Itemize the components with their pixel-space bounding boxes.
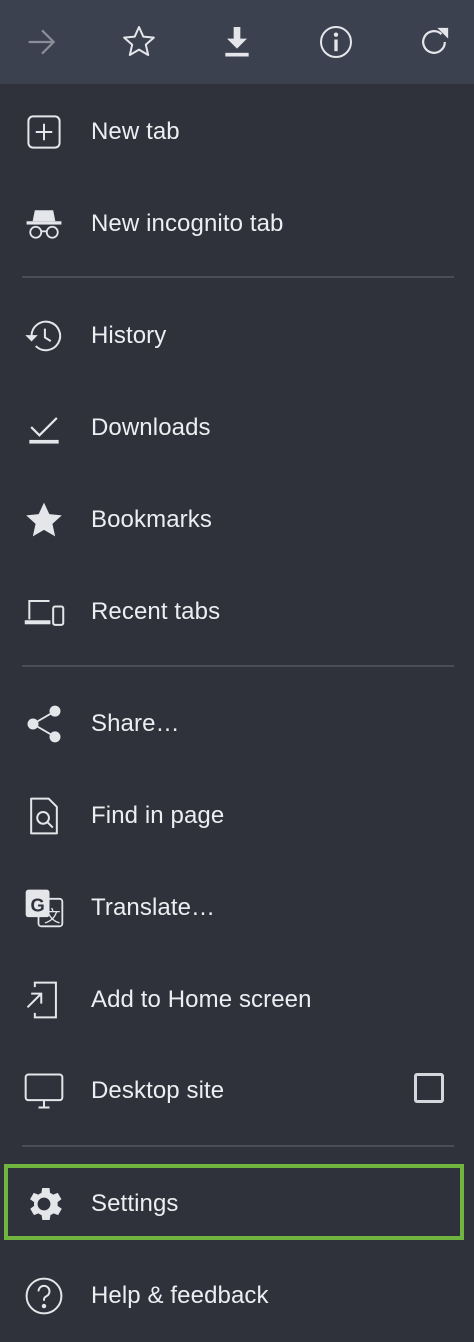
page-info-button[interactable] (310, 16, 362, 68)
menu-item-find-in-page[interactable]: Find in page (0, 770, 474, 862)
forward-button[interactable] (16, 16, 68, 68)
reload-icon (414, 27, 449, 62)
menu-item-label: New incognito tab (91, 210, 284, 237)
menu-divider (22, 665, 454, 667)
menu-divider (22, 276, 454, 278)
desktop-monitor-icon (22, 1069, 66, 1113)
gear-icon (22, 1182, 66, 1226)
menu-item-translate[interactable]: G文 Translate… (0, 862, 474, 954)
menu-item-label: Settings (91, 1190, 179, 1217)
download-icon (225, 27, 249, 57)
help-icon (22, 1274, 66, 1318)
incognito-icon (22, 202, 66, 246)
share-icon (22, 702, 66, 746)
menu-divider (22, 1145, 454, 1147)
desktop-site-checkbox[interactable] (414, 1073, 444, 1103)
add-to-home-screen-icon (22, 978, 66, 1022)
reload-button[interactable] (408, 16, 460, 68)
menu-item-new-incognito-tab[interactable]: New incognito tab (0, 178, 474, 270)
menu-item-label: Recent tabs (91, 598, 221, 625)
menu-item-label: Find in page (91, 802, 225, 829)
new-tab-icon (22, 110, 66, 154)
menu-item-label: New tab (91, 118, 180, 145)
menu-item-label: History (91, 322, 167, 349)
menu-item-label: Translate… (91, 894, 216, 921)
menu-item-label: Desktop site (91, 1077, 225, 1104)
menu-item-label: Add to Home screen (91, 986, 312, 1013)
bookmark-star-button[interactable] (113, 16, 165, 68)
star-filled-icon (22, 498, 66, 542)
menu-item-label: Bookmarks (91, 506, 212, 533)
menu-item-new-tab[interactable]: New tab (0, 86, 474, 178)
forward-arrow-icon (22, 22, 62, 62)
menu-item-help-feedback[interactable]: Help & feedback (0, 1250, 474, 1342)
menu-item-label: Downloads (91, 414, 211, 441)
find-in-page-icon (22, 794, 66, 838)
history-icon (22, 314, 66, 358)
download-page-button[interactable] (211, 16, 263, 68)
info-icon (316, 22, 356, 62)
menu-item-label: Help & feedback (91, 1282, 269, 1309)
svg-text:G: G (30, 895, 44, 916)
devices-icon (22, 590, 66, 634)
menu-item-desktop-site[interactable]: Desktop site (0, 1045, 474, 1137)
menu-item-history[interactable]: History (0, 290, 474, 382)
menu-toolbar (0, 0, 474, 84)
menu-item-bookmarks[interactable]: Bookmarks (0, 474, 474, 566)
svg-text:文: 文 (44, 907, 61, 926)
downloads-check-icon (22, 406, 66, 450)
translate-icon: G文 (22, 886, 66, 930)
menu-item-settings[interactable]: Settings (0, 1158, 474, 1250)
menu-item-label: Share… (91, 710, 180, 737)
menu-item-share[interactable]: Share… (0, 678, 474, 770)
menu-item-recent-tabs[interactable]: Recent tabs (0, 566, 474, 658)
menu-item-downloads[interactable]: Downloads (0, 382, 474, 474)
menu-item-add-to-home-screen[interactable]: Add to Home screen (0, 954, 474, 1046)
star-outline-icon (119, 22, 159, 62)
